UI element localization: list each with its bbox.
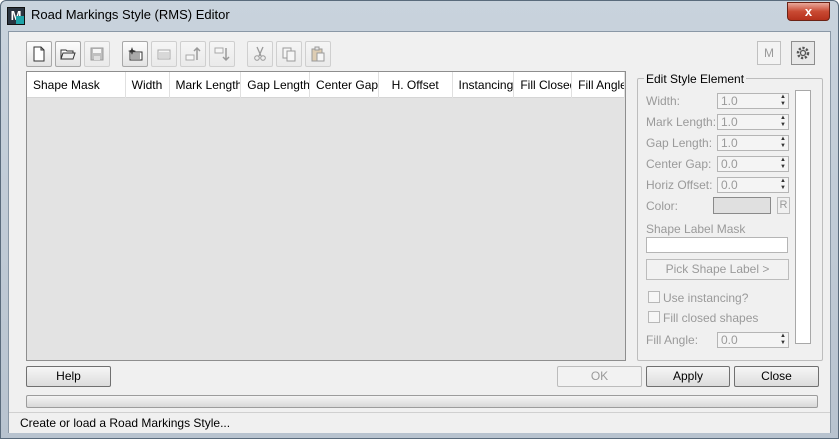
column-header-fill-angle[interactable]: Fill Angle	[572, 72, 625, 98]
center-gap-label: Center Gap:	[646, 157, 712, 171]
apply-button[interactable]: Apply	[646, 366, 730, 387]
horiz-offset-spinner[interactable]: 0.0 ▲ ▼	[717, 177, 789, 193]
ok-button[interactable]: OK	[557, 366, 642, 387]
shape-label-mask-input[interactable]	[646, 237, 788, 253]
title-bar[interactable]: M Road Markings Style (RMS) Editor x	[1, 1, 838, 29]
color-label: Color:	[646, 199, 679, 213]
window-title: Road Markings Style (RMS) Editor	[31, 7, 230, 22]
fill-angle-spinner[interactable]: 0.0 ▲ ▼	[717, 332, 789, 348]
status-bar: Create or load a Road Markings Style...	[9, 412, 830, 433]
column-header-width[interactable]: Width	[126, 72, 170, 98]
group-scrollbar[interactable]	[795, 90, 811, 344]
horiz-offset-label: Horiz Offset:	[646, 178, 713, 192]
editor-window: M Road Markings Style (RMS) Editor x	[0, 0, 839, 439]
fill-closed-label: Fill closed shapes	[663, 311, 759, 325]
help-button[interactable]: Help	[26, 366, 111, 387]
copy-icon	[282, 47, 296, 62]
open-button[interactable]	[55, 41, 81, 67]
mark-length-spinner[interactable]: 1.0 ▲ ▼	[717, 114, 789, 130]
save-button[interactable]	[84, 41, 110, 67]
gap-length-label: Gap Length:	[646, 136, 713, 150]
color-swatch[interactable]	[713, 197, 771, 214]
column-header-gap-length[interactable]: Gap Length	[241, 72, 311, 98]
paste-button[interactable]	[305, 41, 331, 67]
toolbar	[26, 41, 331, 67]
close-button[interactable]: Close	[734, 366, 819, 387]
copy-button[interactable]	[276, 41, 302, 67]
spinner-arrows-icon[interactable]: ▲ ▼	[780, 333, 787, 347]
move-up-icon	[185, 46, 201, 61]
window-close-button[interactable]: x	[787, 2, 830, 21]
fill-closed-checkbox[interactable]	[648, 311, 660, 323]
style-elements-table[interactable]: Shape Mask Width Mark Length Gap Length …	[26, 71, 626, 361]
mark-length-label: Mark Length:	[646, 115, 717, 129]
center-gap-spinner[interactable]: 0.0 ▲ ▼	[717, 156, 789, 172]
table-header: Shape Mask Width Mark Length Gap Length …	[27, 72, 625, 98]
column-header-shape-mask[interactable]: Shape Mask	[27, 72, 126, 98]
horiz-offset-value: 0.0	[721, 178, 738, 192]
fill-angle-value: 0.0	[721, 333, 738, 347]
add-element-icon	[128, 47, 143, 61]
cut-icon	[254, 46, 266, 61]
spinner-arrows-icon[interactable]: ▲ ▼	[780, 94, 787, 108]
use-instancing-checkbox[interactable]	[648, 291, 660, 303]
settings-button[interactable]	[791, 41, 815, 65]
new-button[interactable]	[26, 41, 52, 67]
group-title: Edit Style Element	[644, 72, 747, 86]
paste-icon	[311, 46, 325, 62]
width-spinner[interactable]: 1.0 ▲ ▼	[717, 93, 789, 109]
save-disk-icon	[90, 47, 104, 61]
gap-length-spinner[interactable]: 1.0 ▲ ▼	[717, 135, 789, 151]
move-down-button[interactable]	[209, 41, 235, 67]
open-folder-icon	[60, 49, 76, 60]
new-file-icon	[33, 46, 45, 62]
close-icon: x	[804, 4, 813, 19]
column-header-center-gap[interactable]: Center Gap	[310, 72, 379, 98]
move-up-button[interactable]	[180, 41, 206, 67]
m-button[interactable]: M	[757, 41, 781, 65]
reset-color-button[interactable]: R	[777, 197, 790, 214]
spinner-arrows-icon[interactable]: ▲ ▼	[780, 136, 787, 150]
move-down-icon	[214, 47, 230, 62]
cut-button[interactable]	[247, 41, 273, 67]
spinner-arrows-icon[interactable]: ▲ ▼	[780, 157, 787, 171]
app-icon: M	[7, 7, 25, 25]
progress-bar	[26, 395, 818, 408]
use-instancing-label: Use instancing?	[663, 291, 749, 305]
pick-shape-label-button[interactable]: Pick Shape Label >	[646, 259, 789, 280]
gap-length-value: 1.0	[721, 136, 738, 150]
dialog-client: M Shape Mask Width Mark Length Gap Lengt…	[8, 31, 831, 433]
gear-icon	[796, 46, 810, 60]
fill-angle-label: Fill Angle:	[646, 333, 699, 347]
spinner-arrows-icon[interactable]: ▲ ▼	[780, 178, 787, 192]
width-value: 1.0	[721, 94, 738, 108]
mark-length-value: 1.0	[721, 115, 738, 129]
column-header-mark-length[interactable]: Mark Length	[170, 72, 242, 98]
add-element-button[interactable]	[122, 41, 148, 67]
column-header-instancing[interactable]: Instancing	[453, 72, 515, 98]
column-header-h-offset[interactable]: H. Offset	[379, 72, 453, 98]
width-label: Width:	[646, 94, 681, 108]
remove-element-icon	[157, 49, 171, 60]
spinner-arrows-icon[interactable]: ▲ ▼	[780, 115, 787, 129]
status-text: Create or load a Road Markings Style...	[20, 416, 231, 430]
remove-element-button[interactable]	[151, 41, 177, 67]
column-header-fill-closed[interactable]: Fill Closed	[514, 72, 573, 98]
center-gap-value: 0.0	[721, 157, 738, 171]
shape-label-mask-label: Shape Label Mask	[646, 222, 746, 236]
